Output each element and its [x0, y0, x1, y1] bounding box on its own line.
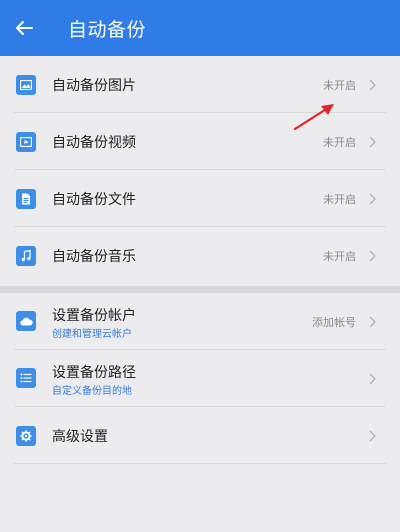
auto-backup-videos-row[interactable]: 自动备份视频 未开启	[0, 113, 400, 170]
image-icon	[16, 74, 36, 95]
row-label: 自动备份图片	[52, 77, 136, 94]
row-label: 自动备份视频	[52, 134, 136, 151]
row-label: 自动备份文件	[52, 191, 136, 208]
chevron-right-icon	[366, 249, 378, 263]
divider	[14, 463, 386, 464]
chevron-right-icon	[366, 429, 378, 443]
advanced-settings-row[interactable]: 高级设置	[0, 407, 400, 464]
row-label: 设置备份帐户	[52, 308, 136, 324]
backup-account-row[interactable]: 设置备份帐户 创建和管理云帐户 添加帐号	[0, 293, 400, 350]
cloud-icon	[16, 311, 36, 331]
back-button[interactable]	[2, 0, 46, 56]
auto-backup-files-row[interactable]: 自动备份文件 未开启	[0, 170, 400, 227]
list-icon	[16, 368, 36, 388]
app-bar: 自动备份	[0, 0, 400, 56]
auto-backup-section: 自动备份图片 未开启 自动备份视频 未开启 自动备份文件 未开启 自动备份音乐 …	[0, 56, 400, 286]
video-icon	[16, 131, 36, 152]
row-sublabel: 创建和管理云帐户	[52, 329, 132, 340]
page-title: 自动备份	[68, 18, 147, 41]
chevron-right-icon	[366, 315, 378, 329]
status-text: 未开启	[323, 192, 356, 206]
red-arrow-icon	[293, 104, 334, 131]
document-icon	[16, 188, 36, 209]
chevron-right-icon	[366, 192, 378, 206]
backup-path-row[interactable]: 设置备份路径 自定义备份目的地	[0, 350, 400, 407]
music-note-icon	[16, 245, 36, 266]
status-text: 未开启	[323, 78, 356, 92]
row-label: 设置备份路径	[52, 365, 136, 381]
section-divider	[0, 286, 400, 293]
chevron-right-icon	[366, 78, 378, 92]
chevron-right-icon	[366, 135, 378, 149]
row-label: 高级设置	[52, 428, 108, 445]
status-text: 未开启	[323, 135, 356, 149]
arrow-left-icon	[16, 21, 33, 35]
row-label: 自动备份音乐	[52, 248, 136, 265]
status-text: 未开启	[323, 249, 356, 263]
auto-backup-music-row[interactable]: 自动备份音乐 未开启	[0, 227, 400, 284]
row-sublabel: 自定义备份目的地	[52, 386, 132, 397]
chevron-right-icon	[366, 372, 378, 386]
status-text: 添加帐号	[312, 315, 356, 329]
backup-settings-section: 设置备份帐户 创建和管理云帐户 添加帐号 设置备份路径 自定义备份目的地 高级设…	[0, 293, 400, 532]
auto-backup-images-row[interactable]: 自动备份图片 未开启	[0, 56, 400, 113]
gear-icon	[16, 425, 36, 446]
